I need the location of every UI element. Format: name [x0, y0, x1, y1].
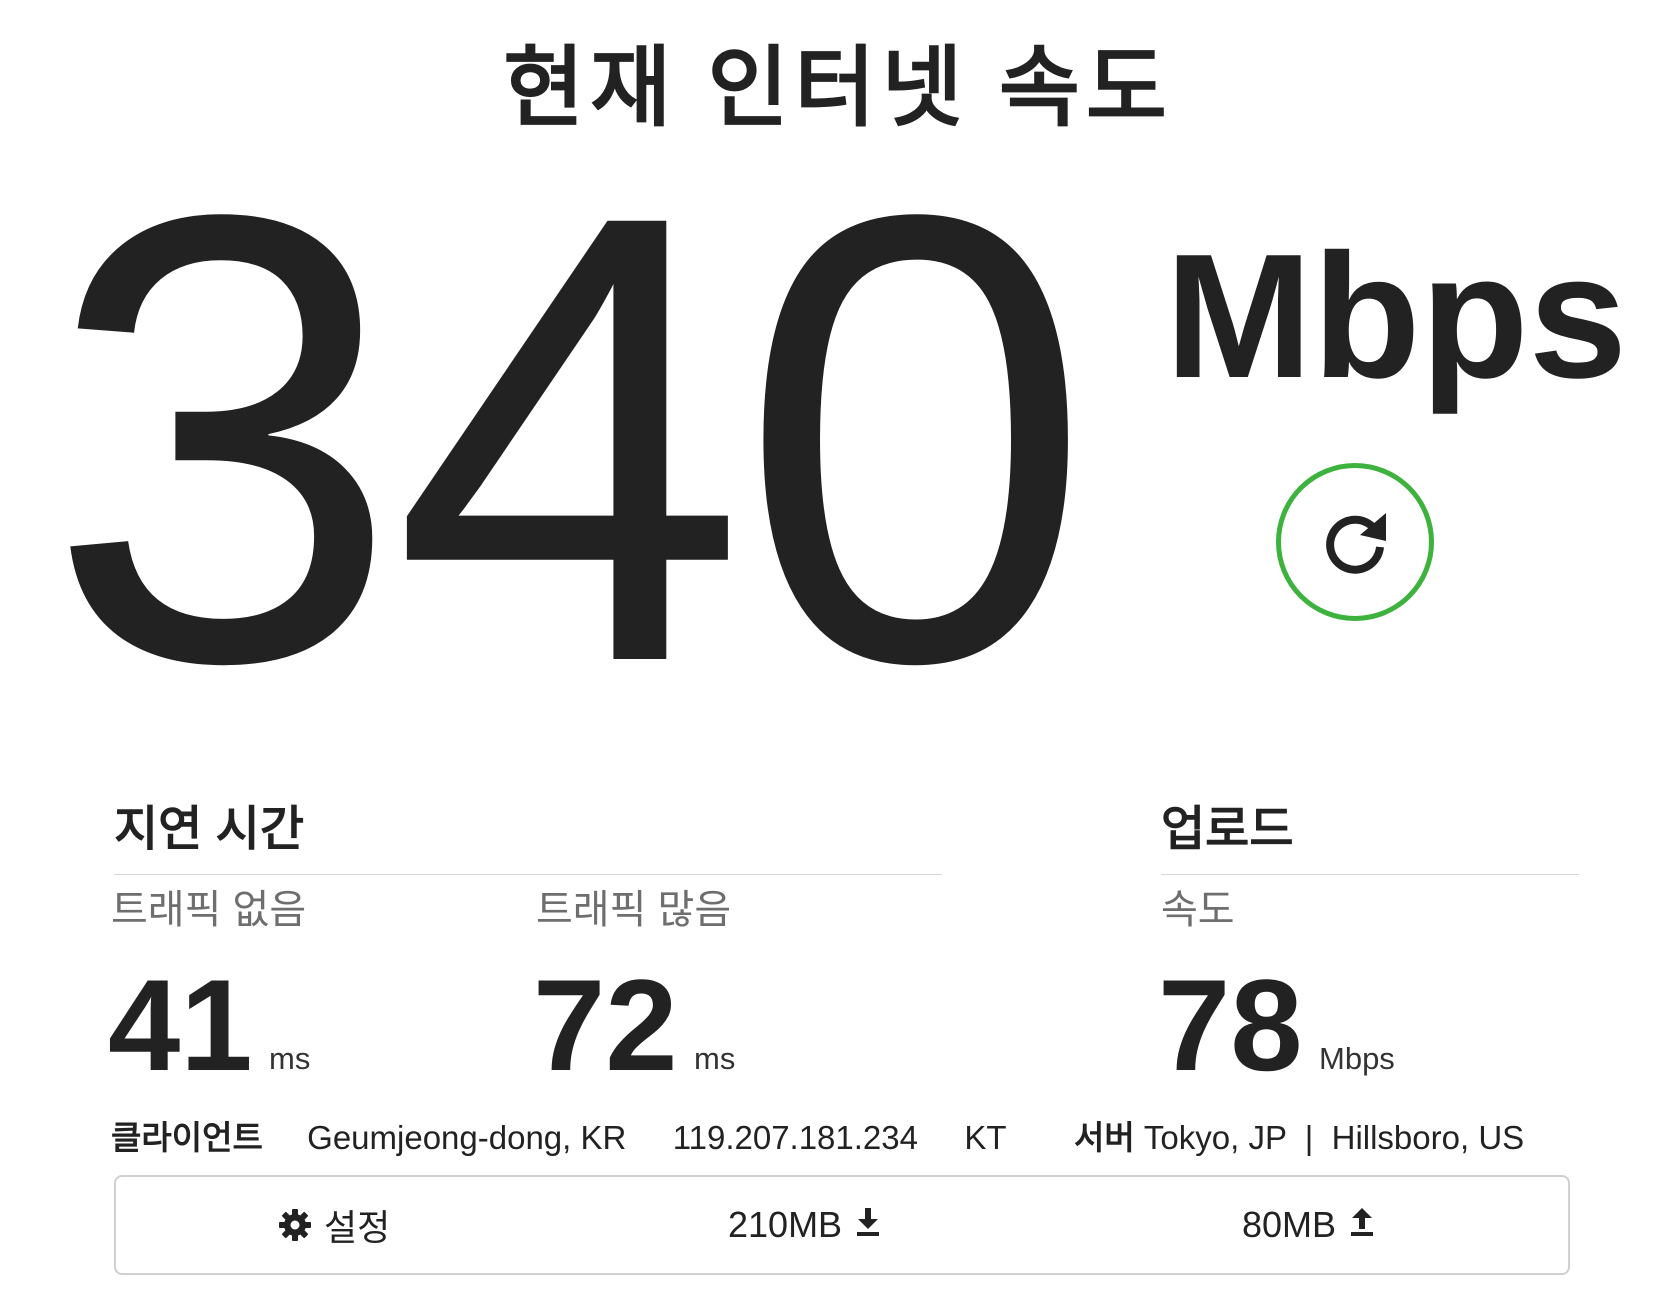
latency-divider	[114, 874, 942, 875]
upload-section-title: 업로드	[1161, 803, 1294, 856]
gear-icon	[278, 1208, 312, 1242]
server-label: 서버	[1074, 1119, 1135, 1156]
loaded-latency-value: 72	[533, 952, 678, 1098]
client-ip: 119.207.181.234	[672, 1119, 918, 1156]
upload-data-value: 80MB	[1242, 1204, 1337, 1245]
unloaded-latency-label: 트래픽 없음	[111, 888, 307, 932]
client-isp: KT	[964, 1119, 1007, 1156]
client-info: 클라이언트 Geumjeong-dong, KR 119.207.181.234…	[111, 1118, 1007, 1158]
server-info: 서버 Tokyo, JP | Hillsboro, US	[1074, 1118, 1524, 1158]
upload-speed-value: 78	[1158, 952, 1303, 1098]
upload-speed-unit: Mbps	[1319, 1041, 1395, 1076]
refresh-button[interactable]	[1276, 463, 1434, 621]
upload-divider	[1161, 874, 1579, 875]
latency-section-title: 지연 시간	[114, 803, 304, 856]
client-location: Geumjeong-dong, KR	[307, 1119, 627, 1156]
download-speed-value: 340	[46, 82, 1093, 794]
loaded-latency-unit: ms	[694, 1041, 736, 1076]
upload-arrow-icon	[1350, 1206, 1374, 1236]
download-data-usage: 210MB	[728, 1177, 880, 1273]
settings-button[interactable]: 설정	[278, 1177, 390, 1273]
refresh-icon	[1316, 503, 1394, 581]
server-locations: Tokyo, JP | Hillsboro, US	[1143, 1119, 1525, 1156]
unloaded-latency-value: 41	[108, 952, 253, 1098]
unloaded-latency-unit: ms	[269, 1041, 311, 1076]
data-usage-bar: 설정 210MB 80MB	[114, 1175, 1570, 1275]
download-arrow-icon	[856, 1206, 880, 1236]
upload-speed-label: 속도	[1161, 888, 1235, 932]
download-speed-unit: Mbps	[1165, 217, 1628, 415]
loaded-latency-label: 트래픽 많음	[536, 888, 732, 932]
settings-label: 설정	[324, 1207, 391, 1248]
download-data-value: 210MB	[728, 1204, 843, 1245]
client-label: 클라이언트	[111, 1119, 263, 1156]
upload-data-usage: 80MB	[1242, 1177, 1374, 1273]
